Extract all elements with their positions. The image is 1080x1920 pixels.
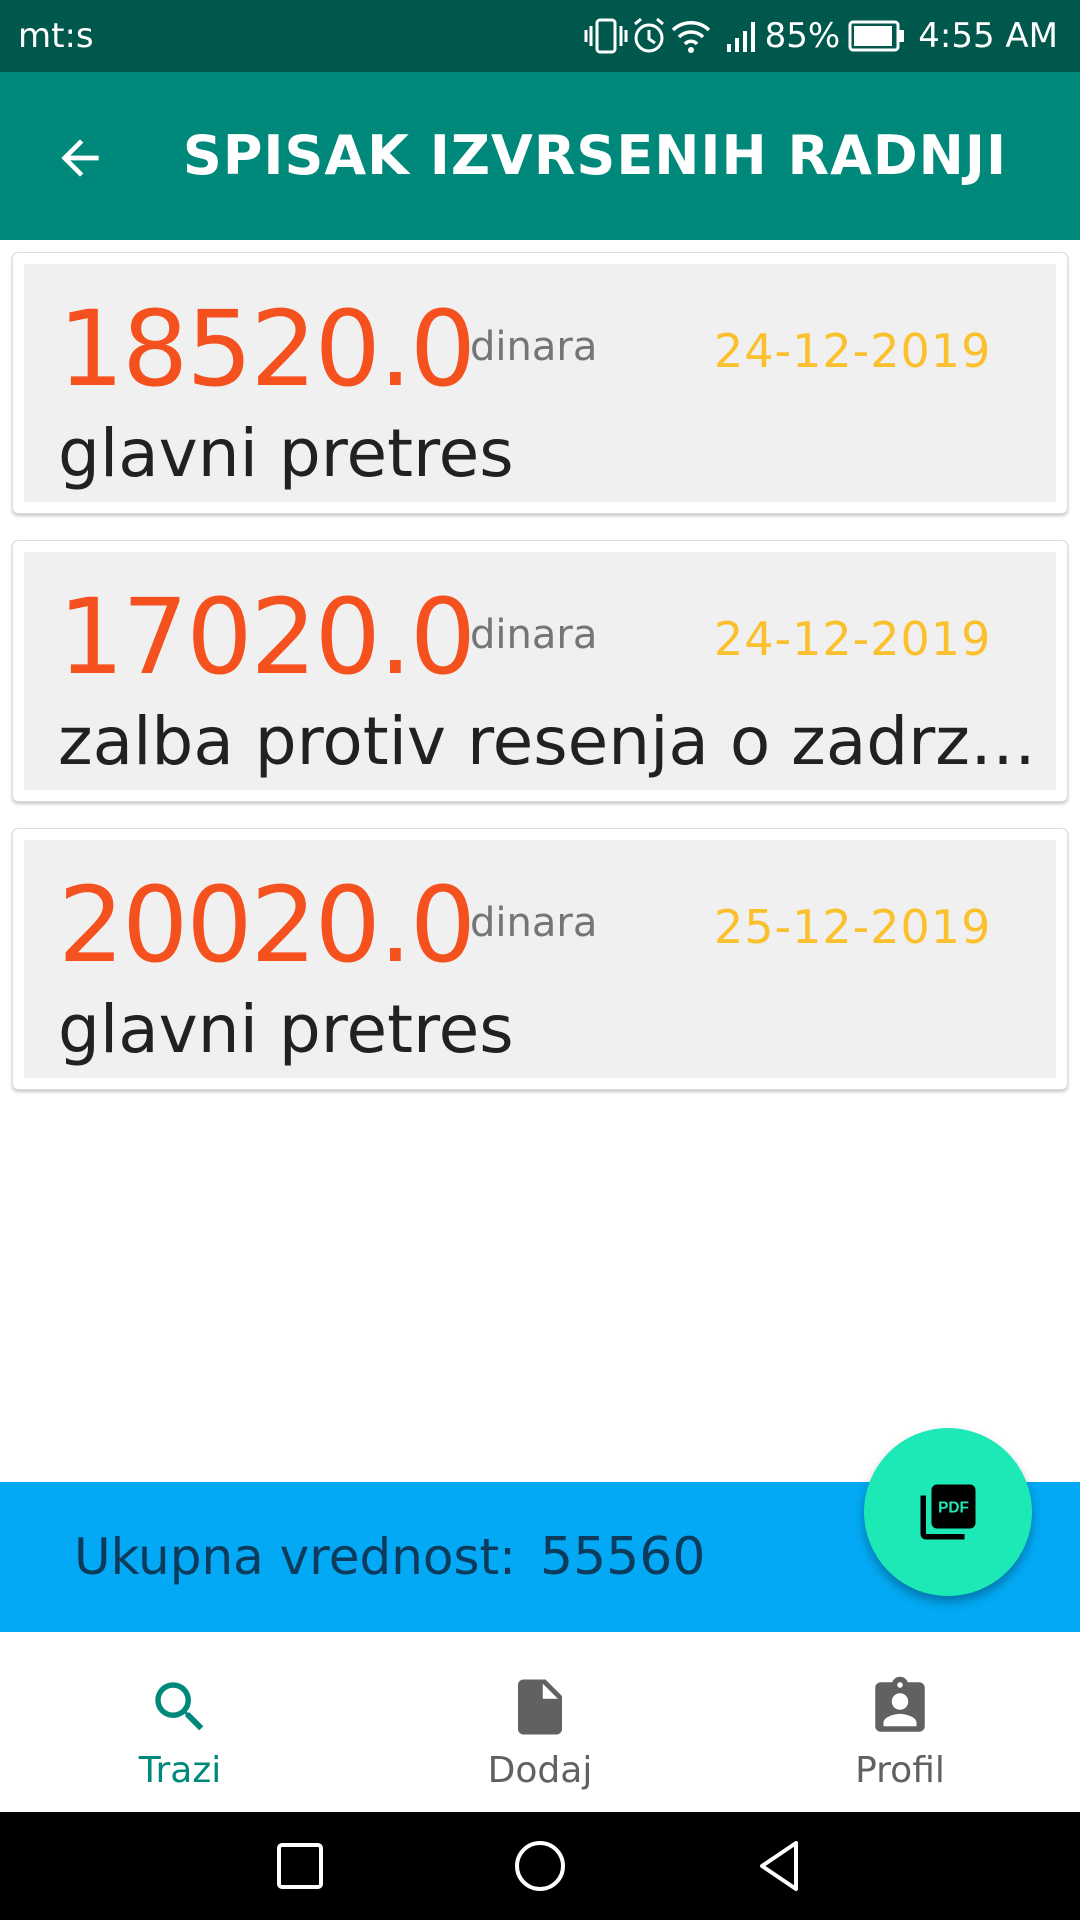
battery-percent: 85% (764, 16, 841, 56)
signal-icon (725, 16, 761, 56)
list-item[interactable]: 18520.0 dinara 24-12-2019 glavni pretres (12, 252, 1068, 514)
nav-item-dodaj[interactable]: Dodaj (360, 1632, 720, 1812)
status-bar: mt:s 85% 4:55 AM (0, 0, 1080, 72)
app-bar: SPISAK IZVRSENIH RADNJI (0, 72, 1080, 240)
item-date: 25-12-2019 (714, 900, 992, 954)
status-icons: 85% 4:55 AM (583, 0, 1058, 72)
page-title: SPISAK IZVRSENIH RADNJI (182, 124, 1008, 187)
clock: 4:55 AM (918, 16, 1058, 56)
arrow-back-icon (61, 139, 99, 177)
back-nav-icon[interactable] (750, 1836, 810, 1896)
pdf-icon: PDF (920, 1484, 976, 1540)
item-amount: 20020.0 (58, 864, 476, 986)
item-date: 24-12-2019 (714, 612, 992, 666)
card-content: 17020.0 dinara 24-12-2019 zalba protiv r… (24, 552, 1058, 790)
vibrate-icon (583, 16, 629, 56)
recents-icon[interactable] (270, 1836, 330, 1896)
item-description: glavni pretres (58, 415, 514, 492)
back-button[interactable] (44, 122, 116, 194)
actions-list: 18520.0 dinara 24-12-2019 glavni pretres… (12, 252, 1068, 1116)
search-icon (155, 1682, 204, 1731)
item-currency: dinara (470, 324, 598, 370)
list-item[interactable]: 17020.0 dinara 24-12-2019 zalba protiv r… (12, 540, 1068, 802)
item-amount: 18520.0 (58, 288, 476, 410)
item-description: zalba protiv resenja o zadrzavanju (58, 703, 1058, 780)
wifi-icon (669, 16, 713, 56)
total-label: Ukupna vrednost: (74, 1528, 516, 1586)
item-date: 24-12-2019 (714, 324, 992, 378)
system-navigation-bar (0, 1812, 1080, 1920)
alarm-icon (629, 16, 669, 56)
item-currency: dinara (470, 900, 598, 946)
home-icon[interactable] (510, 1836, 570, 1896)
export-pdf-button[interactable]: PDF (864, 1428, 1032, 1596)
nav-label: Profil (855, 1750, 945, 1791)
item-description: glavni pretres (58, 991, 514, 1068)
nav-label: Trazi (138, 1750, 222, 1791)
profile-badge-icon (875, 1676, 925, 1732)
battery-icon (848, 19, 906, 53)
nav-item-trazi[interactable]: Trazi (0, 1632, 360, 1812)
svg-text:PDF: PDF (938, 1500, 969, 1517)
card-content: 20020.0 dinara 25-12-2019 glavni pretres (24, 840, 1056, 1078)
bottom-navigation: Trazi Dodaj Profil (0, 1632, 1080, 1812)
card-content: 18520.0 dinara 24-12-2019 glavni pretres (24, 264, 1056, 502)
item-currency: dinara (470, 612, 598, 658)
total-value: 55560 (540, 1527, 706, 1587)
item-amount: 17020.0 (58, 576, 476, 698)
carrier-name: mt:s (18, 16, 94, 56)
document-icon (518, 1679, 562, 1735)
nav-label: Dodaj (487, 1750, 593, 1791)
list-item[interactable]: 20020.0 dinara 25-12-2019 glavni pretres (12, 828, 1068, 1090)
nav-item-profil[interactable]: Profil (720, 1632, 1080, 1812)
